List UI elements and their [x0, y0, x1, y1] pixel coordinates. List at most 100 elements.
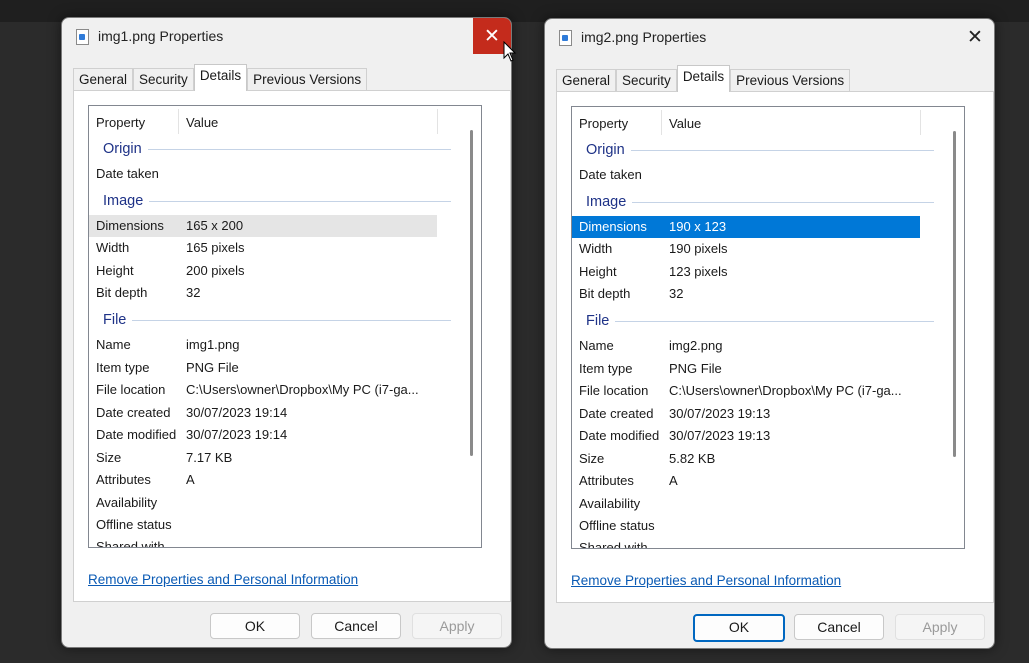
list-row-date-modified[interactable]: Date modified 30/07/2023 19:13	[572, 425, 948, 447]
property-name: Bit depth	[579, 286, 631, 301]
property-value: 30/07/2023 19:13	[669, 428, 771, 443]
mouse-pointer-icon	[503, 41, 517, 62]
column-header-value[interactable]: Value	[186, 115, 218, 130]
ok-button[interactable]: OK	[693, 614, 785, 642]
tab-previous-versions[interactable]: Previous Versions	[247, 68, 368, 91]
property-name: Dimensions	[96, 218, 164, 233]
title-bar[interactable]: img2.png Properties ✕	[545, 19, 994, 55]
group-origin: Origin	[586, 139, 934, 161]
property-value: 30/07/2023 19:14	[186, 405, 288, 420]
dialog-title: img1.png Properties	[98, 28, 224, 44]
tab-previous-versions[interactable]: Previous Versions	[730, 69, 851, 92]
list-row-height[interactable]: Height 200 pixels	[89, 260, 465, 282]
list-row-shared-with[interactable]: Shared with	[89, 536, 465, 547]
column-header-property[interactable]: Property	[579, 116, 628, 131]
vertical-scrollbar[interactable]	[953, 131, 956, 457]
property-value: PNG File	[669, 361, 722, 376]
group-image: Image	[586, 191, 934, 213]
tab-security[interactable]: Security	[133, 68, 194, 91]
details-panel: Property Value Origin Date taken Image D…	[73, 90, 511, 602]
property-value: 165 pixels	[186, 240, 245, 255]
list-row-attributes[interactable]: Attributes A	[89, 469, 465, 491]
property-list[interactable]: Property Value Origin Date taken Image D…	[88, 105, 482, 548]
property-name: Availability	[96, 495, 158, 510]
list-row-file-location[interactable]: File location C:\Users\owner\Dropbox\My P…	[89, 379, 465, 401]
list-row-attributes[interactable]: Attributes A	[572, 470, 948, 492]
list-row-date-created[interactable]: Date created 30/07/2023 19:14	[89, 402, 465, 424]
apply-button[interactable]: Apply	[412, 613, 502, 639]
group-label: Origin	[103, 141, 148, 157]
property-name: Height	[579, 264, 617, 279]
details-panel: Property Value Origin Date taken Image D…	[556, 91, 994, 603]
png-file-icon	[559, 30, 572, 46]
property-name: Date taken	[96, 166, 159, 181]
list-row-width[interactable]: Width 190 pixels	[572, 238, 948, 260]
close-icon: ✕	[484, 25, 500, 47]
list-row-date-taken[interactable]: Date taken	[89, 163, 465, 185]
ok-button[interactable]: OK	[210, 613, 300, 639]
group-divider	[586, 202, 934, 203]
list-row-availability[interactable]: Availability	[89, 492, 465, 514]
vertical-scrollbar[interactable]	[470, 130, 473, 456]
tab-details[interactable]: Details	[193, 64, 248, 91]
property-name: Item type	[96, 360, 150, 375]
property-list[interactable]: Property Value Origin Date taken Image D…	[571, 106, 965, 549]
list-row-date-taken[interactable]: Date taken	[572, 164, 948, 186]
property-value: 123 pixels	[669, 264, 728, 279]
list-row-bit-depth[interactable]: Bit depth 32	[89, 282, 465, 304]
list-row-item-type[interactable]: Item type PNG File	[89, 357, 465, 379]
title-bar[interactable]: img1.png Properties ✕	[62, 18, 511, 54]
list-row-bit-depth[interactable]: Bit depth 32	[572, 283, 948, 305]
list-row-size[interactable]: Size 5.82 KB	[572, 448, 948, 470]
tab-general[interactable]: General	[556, 69, 617, 92]
property-name: File location	[579, 383, 649, 398]
column-header-property[interactable]: Property	[96, 115, 145, 130]
property-name: Shared with	[579, 540, 648, 549]
list-row-date-created[interactable]: Date created 30/07/2023 19:13	[572, 403, 948, 425]
property-value: C:\Users\owner\Dropbox\My PC (i7-ga...	[186, 382, 419, 397]
list-row-name[interactable]: Name img1.png	[89, 334, 465, 356]
list-row-offline-status[interactable]: Offline status	[572, 515, 948, 537]
cancel-button[interactable]: Cancel	[311, 613, 401, 639]
remove-properties-link[interactable]: Remove Properties and Personal Informati…	[88, 572, 358, 587]
list-row-offline-status[interactable]: Offline status	[89, 514, 465, 536]
group-label: Image	[103, 193, 150, 209]
column-divider[interactable]	[920, 110, 921, 135]
tab-details[interactable]: Details	[676, 65, 731, 92]
property-value: PNG File	[186, 360, 239, 375]
property-name: Date created	[579, 406, 654, 421]
column-divider[interactable]	[661, 110, 662, 135]
dialog-title: img2.png Properties	[581, 29, 707, 45]
list-row-dimensions[interactable]: Dimensions 165 x 200	[89, 215, 437, 237]
list-row-height[interactable]: Height 123 pixels	[572, 261, 948, 283]
list-row-dimensions[interactable]: Dimensions 190 x 123	[572, 216, 920, 238]
property-name: Width	[579, 241, 613, 256]
property-name: Bit depth	[96, 285, 148, 300]
property-name: Date modified	[579, 428, 660, 443]
list-row-size[interactable]: Size 7.17 KB	[89, 447, 465, 469]
list-row-file-location[interactable]: File location C:\Users\owner\Dropbox\My P…	[572, 380, 948, 402]
png-file-icon	[76, 29, 89, 45]
list-row-date-modified[interactable]: Date modified 30/07/2023 19:14	[89, 424, 465, 446]
list-row-availability[interactable]: Availability	[572, 493, 948, 515]
list-row-item-type[interactable]: Item type PNG File	[572, 358, 948, 380]
group-label: File	[586, 313, 616, 329]
tab-general[interactable]: General	[73, 68, 134, 91]
remove-properties-link[interactable]: Remove Properties and Personal Informati…	[571, 573, 841, 588]
list-row-shared-with[interactable]: Shared with	[572, 537, 948, 549]
tab-security[interactable]: Security	[616, 69, 677, 92]
cancel-button[interactable]: Cancel	[794, 614, 884, 640]
close-button[interactable]: ✕	[956, 19, 994, 55]
apply-button[interactable]: Apply	[895, 614, 985, 640]
column-divider[interactable]	[437, 109, 438, 134]
column-header-value[interactable]: Value	[669, 116, 701, 131]
list-row-name[interactable]: Name img2.png	[572, 335, 948, 357]
close-icon: ✕	[967, 26, 983, 48]
list-header: Property Value	[572, 107, 948, 139]
property-name: Date taken	[579, 167, 642, 182]
list-row-width[interactable]: Width 165 pixels	[89, 237, 465, 259]
column-divider[interactable]	[178, 109, 179, 134]
group-divider	[103, 149, 451, 150]
group-origin: Origin	[103, 138, 451, 160]
tab-strip: General Security Details Previous Versio…	[73, 64, 368, 91]
